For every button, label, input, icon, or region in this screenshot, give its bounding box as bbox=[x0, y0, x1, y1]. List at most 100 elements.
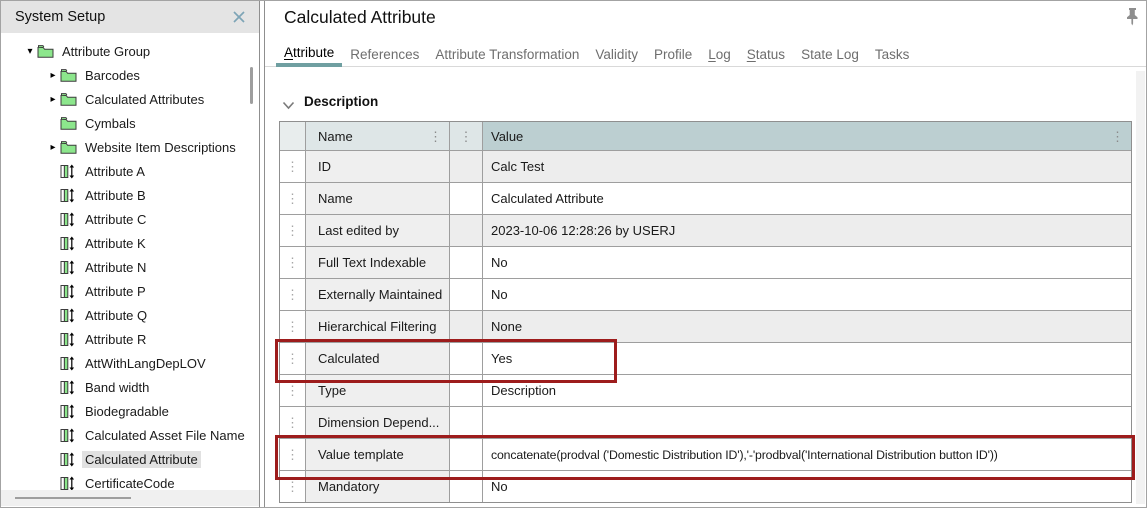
attribute-icon bbox=[60, 235, 78, 251]
tree-horizontal-scrollbar[interactable] bbox=[1, 490, 259, 506]
tree-item-calculated-asset-file-name[interactable]: Calculated Asset File Name bbox=[1, 423, 251, 447]
row-spacer-cell bbox=[449, 311, 482, 342]
row-value-cell[interactable]: Yes bbox=[482, 343, 1131, 374]
expander-right-icon[interactable]: ▸ bbox=[46, 142, 60, 153]
tree-item-label: AttWithLangDepLOV bbox=[82, 355, 209, 372]
tab-tasks[interactable]: Tasks bbox=[867, 41, 918, 67]
table-row-id[interactable]: ⋮ ID Calc Test bbox=[280, 150, 1131, 182]
tree-item-attribute-group[interactable]: ▾ Attribute Group bbox=[1, 39, 251, 63]
row-drag-handle[interactable]: ⋮ bbox=[286, 160, 299, 173]
row-name-cell: Full Text Indexable bbox=[305, 247, 449, 278]
tree-item-label: Calculated Asset File Name bbox=[82, 427, 248, 444]
row-drag-handle[interactable]: ⋮ bbox=[286, 192, 299, 205]
tree-item-attwithlangdeplov[interactable]: AttWithLangDepLOV bbox=[1, 351, 251, 375]
row-drag-handle[interactable]: ⋮ bbox=[286, 384, 299, 397]
value-column-label: Value bbox=[491, 129, 523, 144]
value-column-menu-icon[interactable]: ⋮ bbox=[1111, 130, 1124, 143]
tree-item-attribute-q[interactable]: Attribute Q bbox=[1, 303, 251, 327]
tree-item-label: Calculated Attributes bbox=[82, 91, 207, 108]
tree-item-label: Band width bbox=[82, 379, 152, 396]
expander-right-icon[interactable]: ▸ bbox=[46, 70, 60, 81]
row-drag-handle[interactable]: ⋮ bbox=[286, 352, 299, 365]
row-drag-handle[interactable]: ⋮ bbox=[286, 416, 299, 429]
tab-status[interactable]: Status bbox=[739, 41, 793, 67]
row-spacer-cell bbox=[449, 183, 482, 214]
tab-state-log[interactable]: State Log bbox=[793, 41, 867, 67]
tree-item-barcodes[interactable]: ▸Barcodes bbox=[1, 63, 251, 87]
detail-vertical-scrollbar[interactable] bbox=[1136, 71, 1145, 504]
tree-item-attribute-k[interactable]: Attribute K bbox=[1, 231, 251, 255]
row-value-cell[interactable]: Calculated Attribute bbox=[482, 183, 1131, 214]
attribute-icon bbox=[60, 211, 78, 227]
app-window: System Setup ▾Attribute Group▸Barcodes▸C… bbox=[0, 0, 1147, 508]
tree-item-band-width[interactable]: Band width bbox=[1, 375, 251, 399]
tree-item-biodegradable[interactable]: Biodegradable bbox=[1, 399, 251, 423]
tree-item-website-item-descriptions[interactable]: ▸Website Item Descriptions bbox=[1, 135, 251, 159]
table-row-last-edited-by[interactable]: ⋮Last edited by2023-10-06 12:28:26 by US… bbox=[280, 214, 1131, 246]
tab-attribute-transformation[interactable]: Attribute Transformation bbox=[427, 41, 587, 67]
expander-down-icon[interactable]: ▾ bbox=[23, 46, 37, 57]
table-row-dimension-depend[interactable]: ⋮Dimension Depend... bbox=[280, 406, 1131, 438]
spacer-column-menu-icon[interactable]: ⋮ bbox=[460, 130, 473, 143]
row-value-cell[interactable]: None bbox=[482, 311, 1131, 342]
tree-item-calculated-attribute[interactable]: Calculated Attribute bbox=[1, 447, 251, 471]
row-name-cell: ID bbox=[305, 151, 449, 182]
name-column-header[interactable]: Name ⋮ bbox=[305, 122, 449, 150]
row-value-cell[interactable]: No bbox=[482, 247, 1131, 278]
row-value-cell[interactable] bbox=[482, 407, 1131, 438]
row-drag-handle[interactable]: ⋮ bbox=[286, 256, 299, 269]
table-row-value-template[interactable]: ⋮Value templateconcatenate(prodval ('Dom… bbox=[280, 438, 1131, 470]
table-row-name[interactable]: ⋮NameCalculated Attribute bbox=[280, 182, 1131, 214]
tree-item-attribute-b[interactable]: Attribute B bbox=[1, 183, 251, 207]
tree-item-label: Biodegradable bbox=[82, 403, 172, 420]
row-handle-cell: ⋮ bbox=[280, 279, 305, 310]
attribute-detail-panel: Calculated Attribute AttributeReferences… bbox=[265, 1, 1147, 507]
row-value-cell[interactable]: 2023-10-06 12:28:26 by USERJ bbox=[482, 215, 1131, 246]
tree-item-attribute-c[interactable]: Attribute C bbox=[1, 207, 251, 231]
row-value-cell[interactable]: No bbox=[482, 471, 1131, 502]
table-row-hierarchical-filtering[interactable]: ⋮Hierarchical FilteringNone bbox=[280, 310, 1131, 342]
row-spacer-cell bbox=[449, 439, 482, 470]
row-value-cell[interactable]: Description bbox=[482, 375, 1131, 406]
tree-item-calculated-attributes[interactable]: ▸ Calculated Attributes bbox=[1, 87, 251, 111]
tree-item-attribute-a[interactable]: Attribute A bbox=[1, 159, 251, 183]
row-drag-handle[interactable]: ⋮ bbox=[286, 448, 299, 461]
tree-item-attribute-n[interactable]: Attribute N bbox=[1, 255, 251, 279]
tab-references[interactable]: References bbox=[342, 41, 427, 67]
close-icon[interactable] bbox=[229, 7, 249, 27]
tree-item-attribute-r[interactable]: Attribute R bbox=[1, 327, 251, 351]
row-drag-handle[interactable]: ⋮ bbox=[286, 320, 299, 333]
name-column-menu-icon[interactable]: ⋮ bbox=[429, 130, 442, 143]
tree-item-certificatecode[interactable]: CertificateCode bbox=[1, 471, 251, 490]
tree-horizontal-scrollbar-thumb[interactable] bbox=[15, 497, 131, 499]
tab-log[interactable]: Log bbox=[700, 41, 739, 67]
tab-profile[interactable]: Profile bbox=[646, 41, 700, 67]
row-drag-handle[interactable]: ⋮ bbox=[286, 480, 299, 493]
row-name-cell: Externally Maintained bbox=[305, 279, 449, 310]
table-row-calculated[interactable]: ⋮CalculatedYes bbox=[280, 342, 1131, 374]
folder-icon bbox=[60, 67, 78, 83]
table-row-mandatory[interactable]: ⋮MandatoryNo bbox=[280, 470, 1131, 502]
row-drag-handle[interactable]: ⋮ bbox=[286, 224, 299, 237]
tree-item-cymbals[interactable]: Cymbals bbox=[1, 111, 251, 135]
table-row-type[interactable]: ⋮TypeDescription bbox=[280, 374, 1131, 406]
tab-validity[interactable]: Validity bbox=[587, 41, 646, 67]
expander-right-icon[interactable]: ▸ bbox=[46, 94, 60, 105]
tab-attribute[interactable]: Attribute bbox=[276, 41, 342, 67]
tree-item-attribute-p[interactable]: Attribute P bbox=[1, 279, 251, 303]
row-handle-cell: ⋮ bbox=[280, 343, 305, 374]
value-column-header[interactable]: Value ⋮ bbox=[482, 122, 1131, 150]
row-handle-cell: ⋮ bbox=[280, 247, 305, 278]
row-drag-handle[interactable]: ⋮ bbox=[286, 288, 299, 301]
row-value-cell[interactable]: Calc Test bbox=[482, 151, 1131, 182]
name-column-label: Name bbox=[318, 129, 353, 144]
tree-item-label: Attribute Group bbox=[59, 43, 153, 60]
table-row-externally-maintained[interactable]: ⋮ Externally Maintained No bbox=[280, 278, 1131, 310]
table-row-full-text-indexable[interactable]: ⋮ Full Text Indexable No bbox=[280, 246, 1131, 278]
pin-icon[interactable] bbox=[1124, 7, 1142, 27]
tree-vertical-scrollbar[interactable] bbox=[250, 67, 253, 104]
chevron-down-icon[interactable] bbox=[282, 97, 295, 106]
table-header-row: Name ⋮ ⋮ Value ⋮ bbox=[280, 122, 1131, 150]
row-value-cell[interactable]: concatenate(prodval ('Domestic Distribut… bbox=[482, 439, 1131, 470]
row-value-cell[interactable]: No bbox=[482, 279, 1131, 310]
